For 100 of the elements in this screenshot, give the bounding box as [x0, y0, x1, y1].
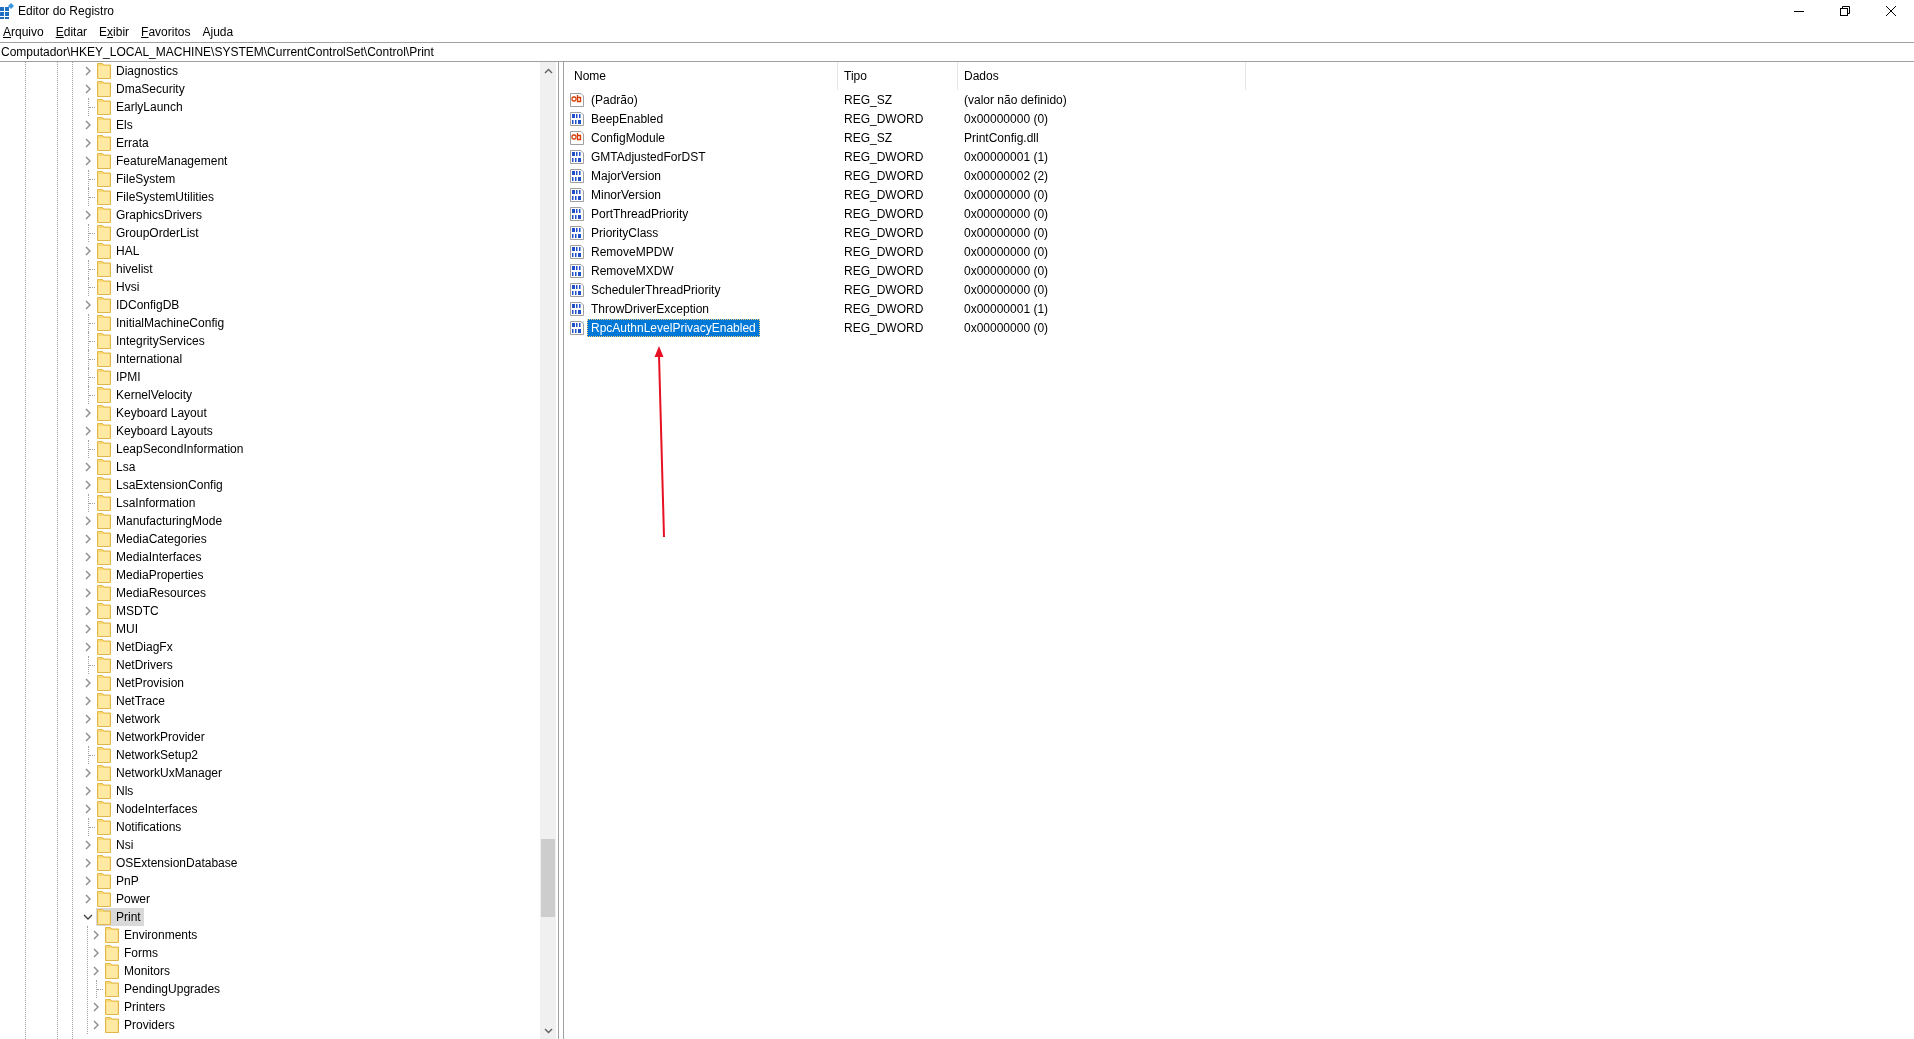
- value-name[interactable]: (Padrão): [587, 90, 642, 109]
- tree-node[interactable]: Print: [96, 908, 144, 926]
- menu-item[interactable]: Editar: [54, 23, 94, 41]
- tree-node[interactable]: NetDrivers: [96, 656, 176, 674]
- value-name[interactable]: MajorVersion: [587, 166, 666, 185]
- tree-node[interactable]: DmaSecurity: [96, 80, 188, 98]
- menu-item[interactable]: Ajuda: [201, 23, 240, 41]
- tree-node[interactable]: IPMI: [96, 368, 144, 386]
- value-data: 0x00000000 (0): [963, 243, 1050, 261]
- tree-node[interactable]: FileSystem: [96, 170, 179, 188]
- tree-node[interactable]: NetworkProvider: [96, 728, 208, 746]
- folder-icon: [97, 189, 111, 205]
- tree-node[interactable]: Hvsi: [96, 278, 143, 296]
- tree-node[interactable]: Lsa: [96, 458, 139, 476]
- scrollbar-thumb[interactable]: [541, 839, 555, 917]
- tree-node[interactable]: Errata: [96, 134, 152, 152]
- value-type: REG_DWORD: [843, 110, 925, 128]
- folder-icon: [97, 837, 111, 853]
- value-name[interactable]: ConfigModule: [587, 128, 670, 147]
- tree-node[interactable]: IntegrityServices: [96, 332, 208, 350]
- tree-node[interactable]: LeapSecondInformation: [96, 440, 247, 458]
- tree-node[interactable]: Nsi: [96, 836, 137, 854]
- tree-node[interactable]: MSDTC: [96, 602, 162, 620]
- tree-node[interactable]: Power: [96, 890, 153, 908]
- tree-node[interactable]: ManufacturingMode: [96, 512, 226, 530]
- menu-item[interactable]: Exibir: [98, 23, 136, 41]
- tree-node[interactable]: NetProvision: [96, 674, 188, 692]
- tree-node[interactable]: International: [96, 350, 186, 368]
- tree-node[interactable]: MUI: [96, 620, 141, 638]
- column-header[interactable]: Dados: [958, 62, 1246, 90]
- tree-node[interactable]: Keyboard Layout: [96, 404, 210, 422]
- tree-node[interactable]: Printers: [104, 998, 169, 1016]
- tree-node[interactable]: GroupOrderList: [96, 224, 202, 242]
- folder-icon: [97, 369, 111, 385]
- tree-node[interactable]: Providers: [104, 1016, 178, 1034]
- folder-icon: [97, 225, 111, 241]
- tree-node[interactable]: HAL: [96, 242, 143, 260]
- binary-value-icon: [570, 149, 584, 164]
- folder-icon: [97, 711, 111, 727]
- tree-node[interactable]: MediaResources: [96, 584, 210, 602]
- value-name[interactable]: RemoveMXDW: [587, 261, 678, 280]
- value-name[interactable]: SchedulerThreadPriority: [587, 280, 725, 299]
- folder-icon: [97, 639, 111, 655]
- value-name[interactable]: GMTAdjustedForDST: [587, 147, 710, 166]
- tree-node[interactable]: MediaInterfaces: [96, 548, 205, 566]
- folder-icon: [97, 531, 111, 547]
- value-name[interactable]: MinorVersion: [587, 185, 666, 204]
- tree-node[interactable]: NetTrace: [96, 692, 168, 710]
- tree-node[interactable]: Els: [96, 116, 136, 134]
- value-type: REG_DWORD: [843, 167, 925, 185]
- address-bar[interactable]: Computador\HKEY_LOCAL_MACHINE\SYSTEM\CurrentControlSet\Control\Print: [1, 43, 434, 61]
- value-name[interactable]: PortThreadPriority: [587, 204, 693, 223]
- value-name[interactable]: ThrowDriverException: [587, 299, 714, 318]
- binary-value-icon: [570, 206, 584, 221]
- value-name[interactable]: RpcAuthnLevelPrivacyEnabled: [587, 318, 760, 337]
- tree-node[interactable]: NodeInterfaces: [96, 800, 201, 818]
- binary-value-icon: [570, 225, 584, 240]
- tree-node[interactable]: FeatureManagement: [96, 152, 231, 170]
- tree-node[interactable]: NetworkUxManager: [96, 764, 226, 782]
- tree-node[interactable]: IDConfigDB: [96, 296, 183, 314]
- tree-node[interactable]: NetworkSetup2: [96, 746, 202, 764]
- folder-icon: [97, 441, 111, 457]
- value-name[interactable]: BeepEnabled: [587, 109, 668, 128]
- tree-node[interactable]: Network: [96, 710, 163, 728]
- binary-value-icon: [570, 282, 584, 297]
- folder-icon: [105, 945, 119, 961]
- tree-node[interactable]: Environments: [104, 926, 201, 944]
- value-name[interactable]: PriorityClass: [587, 223, 663, 242]
- tree-node[interactable]: MediaCategories: [96, 530, 210, 548]
- tree-node[interactable]: MediaProperties: [96, 566, 207, 584]
- menu-item[interactable]: Favoritos: [140, 23, 197, 41]
- tree-node[interactable]: FileSystemUtilities: [96, 188, 217, 206]
- tree-node[interactable]: Diagnostics: [96, 62, 182, 80]
- folder-icon: [105, 981, 119, 997]
- value-name[interactable]: RemoveMPDW: [587, 242, 678, 261]
- tree-node[interactable]: NetDiagFx: [96, 638, 176, 656]
- tree-node[interactable]: KernelVelocity: [96, 386, 196, 404]
- tree-node[interactable]: Notifications: [96, 818, 185, 836]
- folder-icon: [97, 333, 111, 349]
- folder-icon: [97, 117, 111, 133]
- menu-item[interactable]: Arquivo: [2, 23, 50, 41]
- tree-node[interactable]: EarlyLaunch: [96, 98, 186, 116]
- tree-node[interactable]: LsaExtensionConfig: [96, 476, 226, 494]
- tree-node[interactable]: InitialMachineConfig: [96, 314, 228, 332]
- tree-node[interactable]: OSExtensionDatabase: [96, 854, 241, 872]
- folder-icon: [97, 387, 111, 403]
- window-title: Editor do Registro: [18, 3, 115, 20]
- tree-node[interactable]: Monitors: [104, 962, 173, 980]
- tree-node[interactable]: Nls: [96, 782, 137, 800]
- value-data: 0x00000000 (0): [963, 262, 1050, 280]
- tree-node[interactable]: Forms: [104, 944, 161, 962]
- tree-node[interactable]: GraphicsDrivers: [96, 206, 205, 224]
- column-header[interactable]: Nome: [568, 62, 838, 90]
- value-type: REG_SZ: [843, 91, 893, 109]
- tree-node[interactable]: PnP: [96, 872, 142, 890]
- tree-node[interactable]: hivelist: [96, 260, 156, 278]
- tree-node[interactable]: LsaInformation: [96, 494, 199, 512]
- column-header[interactable]: Tipo: [838, 62, 958, 90]
- tree-node[interactable]: PendingUpgrades: [104, 980, 224, 998]
- tree-node[interactable]: Keyboard Layouts: [96, 422, 216, 440]
